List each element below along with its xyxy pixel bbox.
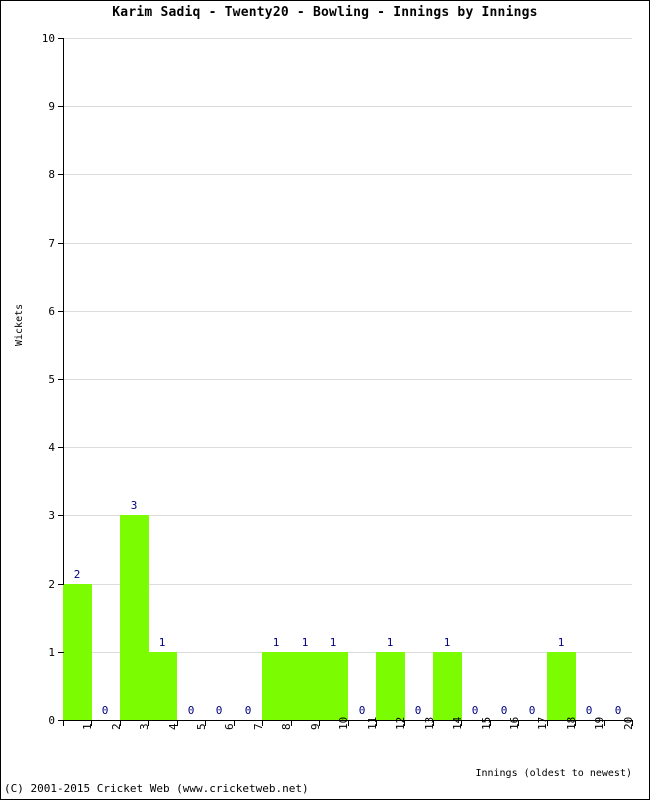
x-tick-mark — [575, 721, 576, 726]
bar-value-label: 0 — [244, 704, 252, 717]
gridline — [63, 106, 632, 107]
y-tick-mark — [58, 447, 64, 448]
x-tick-mark — [547, 721, 548, 726]
y-axis-title: Wickets — [14, 303, 25, 346]
y-tick-label: 9 — [48, 100, 55, 113]
bar-value-label: 1 — [557, 636, 565, 649]
y-tick-label: 1 — [48, 646, 55, 659]
bar-value-label: 0 — [414, 704, 422, 717]
footer-copyright: (C) 2001-2015 Cricket Web (www.cricketwe… — [4, 782, 309, 795]
bar-value-label: 1 — [443, 636, 451, 649]
bar-value-label: 1 — [386, 636, 394, 649]
y-tick-mark — [58, 515, 64, 516]
bar-value-label: 0 — [358, 704, 366, 717]
y-tick-label: 5 — [48, 373, 55, 386]
bar-value-label: 0 — [101, 704, 109, 717]
bar-value-label: 0 — [471, 704, 479, 717]
bar — [148, 652, 177, 720]
bar — [291, 652, 320, 720]
gridline — [63, 311, 632, 312]
bar-value-label: 2 — [73, 568, 81, 581]
bar-value-label: 0 — [585, 704, 593, 717]
bar — [376, 652, 405, 720]
bar-value-label: 3 — [130, 499, 138, 512]
x-tick-mark — [319, 721, 320, 726]
gridline — [63, 379, 632, 380]
x-tick-mark — [291, 721, 292, 726]
bar — [433, 652, 462, 720]
x-tick-mark — [205, 721, 206, 726]
bar-value-label: 0 — [528, 704, 536, 717]
x-tick-mark — [120, 721, 121, 726]
y-tick-mark — [58, 311, 64, 312]
bar-value-label: 0 — [215, 704, 223, 717]
bar — [547, 652, 576, 720]
y-tick-mark — [58, 243, 64, 244]
x-tick-mark — [604, 721, 605, 726]
gridline — [63, 447, 632, 448]
y-tick-mark — [58, 652, 64, 653]
x-tick-mark — [433, 721, 434, 726]
x-tick-mark — [490, 721, 491, 726]
y-tick-label: 0 — [48, 714, 55, 727]
x-tick-mark — [461, 721, 462, 726]
y-tick-label: 6 — [48, 305, 55, 318]
y-tick-mark — [58, 379, 64, 380]
bar-value-label: 1 — [158, 636, 166, 649]
y-tick-mark — [58, 174, 64, 175]
bar — [319, 652, 348, 720]
bowling-innings-chart: Karim Sadiq - Twenty20 - Bowling - Innin… — [0, 0, 650, 800]
bar-value-label: 0 — [614, 704, 622, 717]
x-tick-mark — [518, 721, 519, 726]
y-tick-label: 7 — [48, 237, 55, 250]
gridline — [63, 38, 632, 39]
y-tick-label: 4 — [48, 441, 55, 454]
y-tick-mark — [58, 38, 64, 39]
x-tick-mark — [348, 721, 349, 726]
x-tick-mark — [148, 721, 149, 726]
bar-value-label: 1 — [301, 636, 309, 649]
chart-title: Karim Sadiq - Twenty20 - Bowling - Innin… — [112, 5, 538, 20]
plot-area — [63, 38, 632, 720]
bar-value-label: 1 — [272, 636, 280, 649]
bar-value-label: 0 — [500, 704, 508, 717]
y-tick-mark — [58, 106, 64, 107]
x-tick-mark — [91, 721, 92, 726]
bar — [262, 652, 291, 720]
x-axis-title: Innings (oldest to newest) — [475, 768, 632, 779]
bar-value-label: 1 — [329, 636, 337, 649]
x-tick-mark — [177, 721, 178, 726]
y-tick-label: 10 — [41, 32, 55, 45]
x-tick-mark — [234, 721, 235, 726]
bar — [120, 515, 149, 720]
y-tick-label: 8 — [48, 168, 55, 181]
bar-value-label: 0 — [187, 704, 195, 717]
x-tick-mark — [376, 721, 377, 726]
gridline — [63, 243, 632, 244]
x-tick-mark — [632, 721, 633, 726]
bar — [63, 584, 92, 720]
gridline — [63, 174, 632, 175]
x-tick-mark — [404, 721, 405, 726]
y-tick-mark — [58, 584, 64, 585]
x-tick-mark — [63, 721, 64, 726]
y-tick-label: 3 — [48, 509, 55, 522]
x-tick-mark — [262, 721, 263, 726]
y-tick-label: 2 — [48, 578, 55, 591]
